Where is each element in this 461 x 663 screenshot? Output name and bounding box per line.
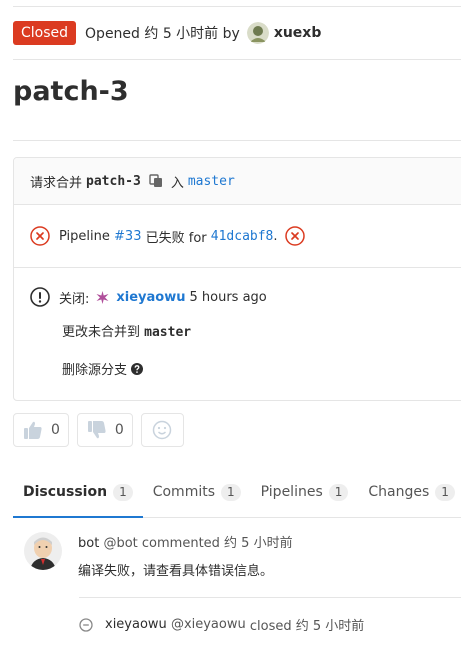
tab-label: Pipelines <box>260 484 323 500</box>
tab-label: Commits <box>152 484 216 500</box>
pipeline-status-text: 已失败 for <box>145 230 207 246</box>
not-merged-line: 更改未合并到 master <box>62 321 461 340</box>
smiley-icon <box>153 420 172 440</box>
pipeline-prefix: Pipeline <box>59 228 110 244</box>
failed-status-icon[interactable] <box>30 226 50 246</box>
source-branch: patch-3 <box>86 173 141 189</box>
commit-link[interactable]: 41dcabf8 <box>211 229 274 244</box>
opened-text: Opened 约 5 小时前 by <box>85 26 240 42</box>
remove-source-line: 删除源分支 <box>62 359 461 378</box>
mr-branch-info: 请求合并 patch-3 入 master <box>14 158 461 205</box>
header-divider <box>13 59 461 60</box>
request-label: 请求合并 <box>30 175 83 191</box>
pipeline-link[interactable]: #33 <box>114 229 141 244</box>
status-badge: Closed <box>13 21 77 45</box>
note-author-name[interactable]: bot <box>78 536 99 551</box>
help-icon[interactable] <box>131 362 144 375</box>
note-body: bot @bot commented 约 5 小时前 编译失败，请查看具体错误信… <box>78 532 293 579</box>
mr-meta: Opened 约 5 小时前 by xuexb <box>85 22 321 44</box>
thumbsup-button[interactable]: 0 <box>13 413 69 447</box>
award-emoji-bar: 0 0 <box>13 413 192 447</box>
pipeline-text: Pipeline #33 已失败 for 41dcabf8 . <box>59 226 305 246</box>
closed-row: 关闭: xieyaowu 5 hours ago <box>30 287 461 307</box>
thumbsup-count: 0 <box>51 422 60 438</box>
note-text: 编译失败，请查看具体错误信息。 <box>78 564 274 579</box>
system-note: xieyaowu @xieyaowu closed 约 5 小时前 <box>79 615 364 634</box>
author-avatar[interactable] <box>246 22 269 44</box>
add-reaction-button[interactable] <box>140 413 184 447</box>
failed-status-icon-small[interactable] <box>284 226 305 246</box>
note-author-handle[interactable]: @bot <box>103 536 137 551</box>
tab-count: 1 <box>328 483 349 501</box>
thumbsdown-icon <box>87 421 106 439</box>
note-action: commented 约 5 小时前 <box>141 536 293 551</box>
thumbsup-icon <box>24 421 42 439</box>
thumbsdown-button[interactable]: 0 <box>76 413 133 447</box>
mr-header: Closed Opened 约 5 小时前 by xuexb <box>13 21 321 45</box>
copy-icon[interactable] <box>149 174 163 188</box>
mr-tabs: Discussion 1 Commits 1 Pipelines 1 Chang… <box>13 467 461 518</box>
closed-event-icon <box>79 617 93 632</box>
tab-changes[interactable]: Changes 1 <box>358 467 461 517</box>
title-divider <box>13 140 461 141</box>
tab-discussion[interactable]: Discussion 1 <box>13 467 143 518</box>
note-divider <box>79 597 461 598</box>
tab-pipelines[interactable]: Pipelines 1 <box>251 467 359 517</box>
closer-user-link[interactable]: xieyaowu <box>116 290 185 305</box>
system-author-name[interactable]: xieyaowu <box>105 617 167 632</box>
warning-icon <box>30 287 50 307</box>
bot-avatar[interactable] <box>24 532 62 570</box>
system-action: closed 约 5 小时前 <box>249 619 365 634</box>
tab-label: Discussion <box>23 484 108 500</box>
closed-label: 关闭: <box>59 291 90 307</box>
into-label: 入 <box>170 175 184 191</box>
system-author-handle[interactable]: @xieyaowu <box>171 617 246 632</box>
merge-request-widget: 请求合并 patch-3 入 master Pipeline #33 已失败 f… <box>13 157 461 401</box>
closed-time: 5 hours ago <box>189 289 267 305</box>
pipeline-status-row: Pipeline #33 已失败 for 41dcabf8 . <box>14 205 461 268</box>
closer-avatar[interactable] <box>95 290 110 305</box>
tab-count: 1 <box>435 483 455 501</box>
comment-note: bot @bot commented 约 5 小时前 编译失败，请查看具体错误信… <box>24 532 293 579</box>
author-link[interactable]: xuexb <box>274 25 322 41</box>
remove-source-label: 删除源分支 <box>62 363 128 378</box>
tab-count: 1 <box>221 483 241 501</box>
not-merged-branch: master <box>144 325 192 340</box>
note-header: bot @bot commented 约 5 小时前 <box>78 532 293 551</box>
tab-commits[interactable]: Commits 1 <box>143 467 251 517</box>
target-branch-link[interactable]: master <box>188 174 235 189</box>
top-divider <box>13 6 461 7</box>
page-title: patch-3 <box>13 76 129 107</box>
tab-count: 1 <box>113 483 133 501</box>
thumbsdown-count: 0 <box>114 422 124 438</box>
closed-info-section: 关闭: xieyaowu 5 hours ago 更改未合并到 master 删… <box>14 268 461 437</box>
not-merged-text: 更改未合并到 <box>62 325 141 340</box>
pipeline-suffix: . <box>273 228 278 244</box>
tab-label: Changes <box>368 484 430 500</box>
